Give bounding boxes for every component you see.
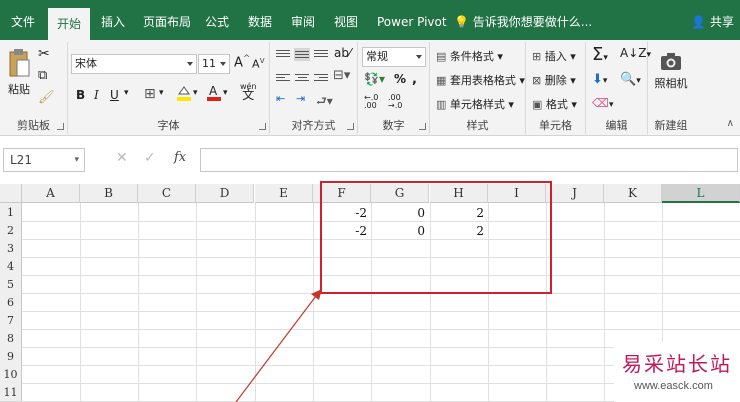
watermark: 易采站长站 www.easck.com (614, 342, 740, 402)
watermark-text: 易采站长站 (622, 352, 732, 376)
watermark-url: www.easck.com (634, 380, 713, 392)
